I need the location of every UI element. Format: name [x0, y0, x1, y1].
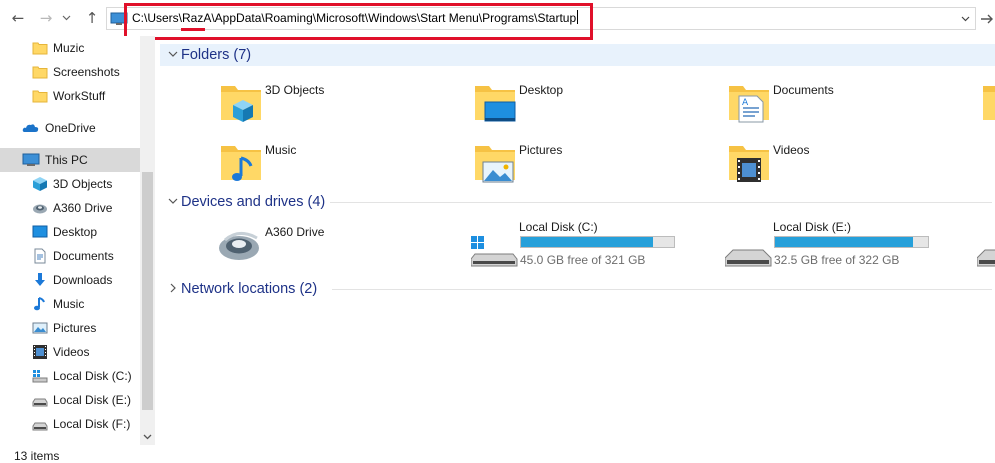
folder-videos-icon	[725, 138, 773, 186]
group-divider	[332, 289, 992, 290]
folder-icon	[32, 64, 48, 80]
chevron-down-icon	[167, 195, 179, 207]
group-header-folders[interactable]: Folders (7)	[160, 44, 995, 66]
chevron-right-icon	[167, 282, 179, 294]
up-arrow-icon[interactable]: ↑	[82, 8, 102, 28]
3d-objects-icon	[32, 176, 48, 192]
drive-tile-local-disk-e[interactable]: Local Disk (E:) 32.5 GB free of 322 GB	[724, 220, 945, 270]
pictures-icon	[32, 320, 48, 336]
drive-icon	[977, 220, 995, 268]
folder-icon	[979, 78, 995, 126]
sidebar-item-this-pc[interactable]: This PC	[0, 148, 140, 172]
folder-icon	[32, 88, 48, 104]
this-pc-icon	[22, 152, 40, 168]
sidebar-item-pictures[interactable]: Pictures	[0, 316, 140, 340]
content-pane: Folders (7) 3D Objects Desktop A Documen…	[157, 36, 995, 463]
folder-tile-documents[interactable]: A Documents	[725, 78, 915, 128]
sidebar-item-muzic[interactable]: Muzic	[0, 36, 140, 60]
group-header-devices-and-drives[interactable]: Devices and drives (4)	[160, 191, 995, 213]
folder-tile-partial[interactable]	[979, 78, 995, 128]
folder-tile-pictures[interactable]: Pictures	[471, 138, 661, 188]
address-dropdown-icon[interactable]	[957, 10, 973, 27]
group-header-network-locations[interactable]: Network locations (2)	[160, 278, 995, 300]
documents-icon	[32, 248, 48, 264]
a360-drive-icon	[32, 200, 48, 216]
sidebar-item-local-disk-e[interactable]: Local Disk (E:)	[0, 388, 140, 412]
drive-usage-bar-c	[520, 236, 675, 248]
windows-drive-icon	[32, 368, 48, 384]
drive-tile-local-disk-c[interactable]: Local Disk (C:) 45.0 GB free of 321 GB	[470, 220, 691, 270]
drive-icon	[32, 416, 48, 432]
scrollbar-thumb[interactable]	[142, 172, 153, 410]
sidebar-item-desktop[interactable]: Desktop	[0, 220, 140, 244]
folder-pictures-icon	[471, 138, 519, 186]
chevron-down-icon	[167, 48, 179, 60]
drive-usage-bar-e	[774, 236, 929, 248]
a360-drive-icon	[217, 220, 265, 268]
folder-tile-desktop[interactable]: Desktop	[471, 78, 661, 128]
sidebar-item-3d-objects[interactable]: 3D Objects	[0, 172, 140, 196]
recent-locations-chevron-icon[interactable]	[60, 8, 72, 28]
sidebar-item-downloads[interactable]: Downloads	[0, 268, 140, 292]
back-arrow-icon[interactable]: ←	[8, 8, 28, 28]
folder-tile-music[interactable]: Music	[217, 138, 407, 188]
drive-tile-partial[interactable]	[977, 220, 995, 270]
forward-arrow-icon[interactable]: →	[36, 8, 56, 28]
downloads-icon	[32, 272, 48, 288]
sidebar-item-videos[interactable]: Videos	[0, 340, 140, 364]
drive-icon	[32, 392, 48, 408]
sidebar-item-a360-drive[interactable]: A360 Drive	[0, 196, 140, 220]
drive-tile-a360-drive[interactable]: A360 Drive	[217, 220, 407, 270]
videos-icon	[32, 344, 48, 360]
navigation-pane: Muzic Screenshots WorkStuff OneDrive Thi…	[0, 36, 155, 445]
drive-icon	[724, 220, 773, 268]
sidebar-item-local-disk-f[interactable]: Local Disk (F:)	[0, 412, 140, 436]
sidebar-item-local-disk-c[interactable]: Local Disk (C:)	[0, 364, 140, 388]
scroll-down-icon[interactable]	[140, 429, 155, 445]
address-path-input[interactable]: C:\Users\RazA\AppData\Roaming\Microsoft\…	[132, 8, 579, 29]
folder-tile-videos[interactable]: Videos	[725, 138, 915, 188]
music-icon	[32, 296, 48, 312]
onedrive-icon	[22, 120, 39, 136]
sidebar-item-workstuff[interactable]: WorkStuff	[0, 84, 140, 108]
navigation-bar: ← → ↑ C:\Users\RazA\AppData\Roaming\Micr…	[0, 0, 995, 36]
sidebar-item-documents[interactable]: Documents	[0, 244, 140, 268]
folder-icon	[32, 40, 48, 56]
folder-music-icon	[217, 138, 265, 186]
windows-drive-icon	[470, 220, 519, 268]
sidebar-item-onedrive[interactable]: OneDrive	[0, 116, 140, 140]
go-arrow-icon[interactable]	[978, 8, 995, 29]
group-divider	[330, 202, 992, 203]
folder-3d-objects-icon	[217, 78, 265, 126]
this-pc-icon	[110, 12, 128, 29]
svg-text:A: A	[742, 98, 749, 108]
desktop-icon	[32, 224, 48, 240]
address-bar[interactable]: C:\Users\RazA\AppData\Roaming\Microsoft\…	[106, 7, 976, 30]
sidebar-item-screenshots[interactable]: Screenshots	[0, 60, 140, 84]
folder-tile-3d-objects[interactable]: 3D Objects	[217, 78, 407, 128]
sidebar-item-music[interactable]: Music	[0, 292, 140, 316]
status-item-count: 13 items	[14, 449, 60, 463]
folder-documents-icon: A	[725, 78, 773, 126]
folder-desktop-icon	[471, 78, 519, 126]
sidebar-scrollbar[interactable]	[140, 36, 155, 445]
